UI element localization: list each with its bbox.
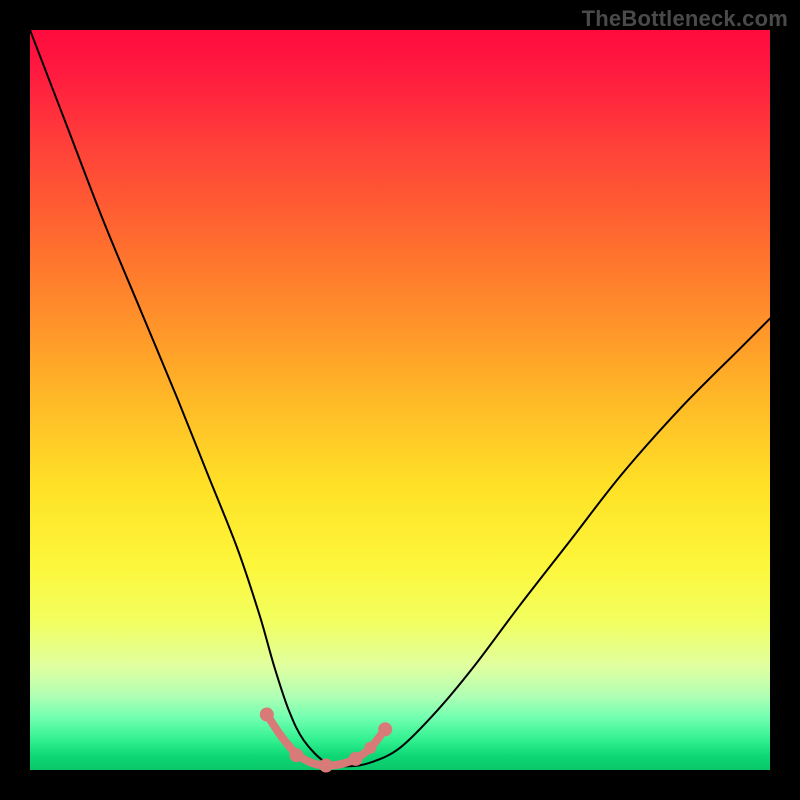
chart-frame: TheBottleneck.com [0, 0, 800, 800]
marker-dot [289, 748, 303, 762]
marker-dot [319, 759, 333, 773]
watermark-text: TheBottleneck.com [582, 6, 788, 32]
curve-layer [30, 30, 770, 770]
black-curve [30, 30, 770, 766]
marker-dot [260, 708, 274, 722]
marker-dot [378, 722, 392, 736]
marker-dot [364, 742, 376, 754]
marker-dot [349, 752, 363, 766]
